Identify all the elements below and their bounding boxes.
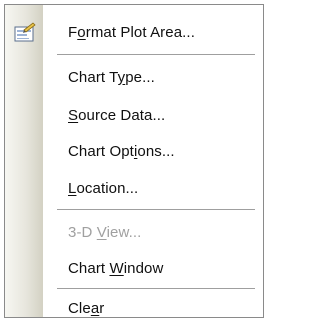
menu-item-label: Chart Window xyxy=(68,259,164,277)
menu-separator xyxy=(57,54,255,55)
menu-item-chart-window[interactable]: Chart Window xyxy=(5,253,263,283)
chart-context-menu: Format Plot Area... Chart Type... Source… xyxy=(4,4,264,318)
menu-item-label: Format Plot Area... xyxy=(68,23,195,41)
menu-item-chart-options[interactable]: Chart Options... xyxy=(5,136,263,166)
menu-item-source-data[interactable]: Source Data... xyxy=(5,100,263,130)
menu-item-location[interactable]: Location... xyxy=(5,173,263,203)
menu-item-label: Chart Type... xyxy=(68,68,155,86)
menu-item-3d-view: 3-D View... xyxy=(5,217,263,247)
menu-separator xyxy=(57,209,255,210)
menu-item-label: Clear xyxy=(68,299,105,317)
menu-item-clear[interactable]: Clear xyxy=(5,293,263,317)
menu-item-chart-type[interactable]: Chart Type... xyxy=(5,62,263,92)
menu-item-label: 3-D View... xyxy=(68,223,142,241)
menu-item-label: Source Data... xyxy=(68,106,166,124)
menu-item-label: Chart Options... xyxy=(68,142,175,160)
menu-item-format-plot-area[interactable]: Format Plot Area... xyxy=(5,17,263,47)
menu-items: Format Plot Area... Chart Type... Source… xyxy=(5,5,263,317)
menu-separator xyxy=(57,288,255,289)
menu-item-label: Location... xyxy=(68,179,139,197)
format-plot-area-icon xyxy=(13,21,37,43)
